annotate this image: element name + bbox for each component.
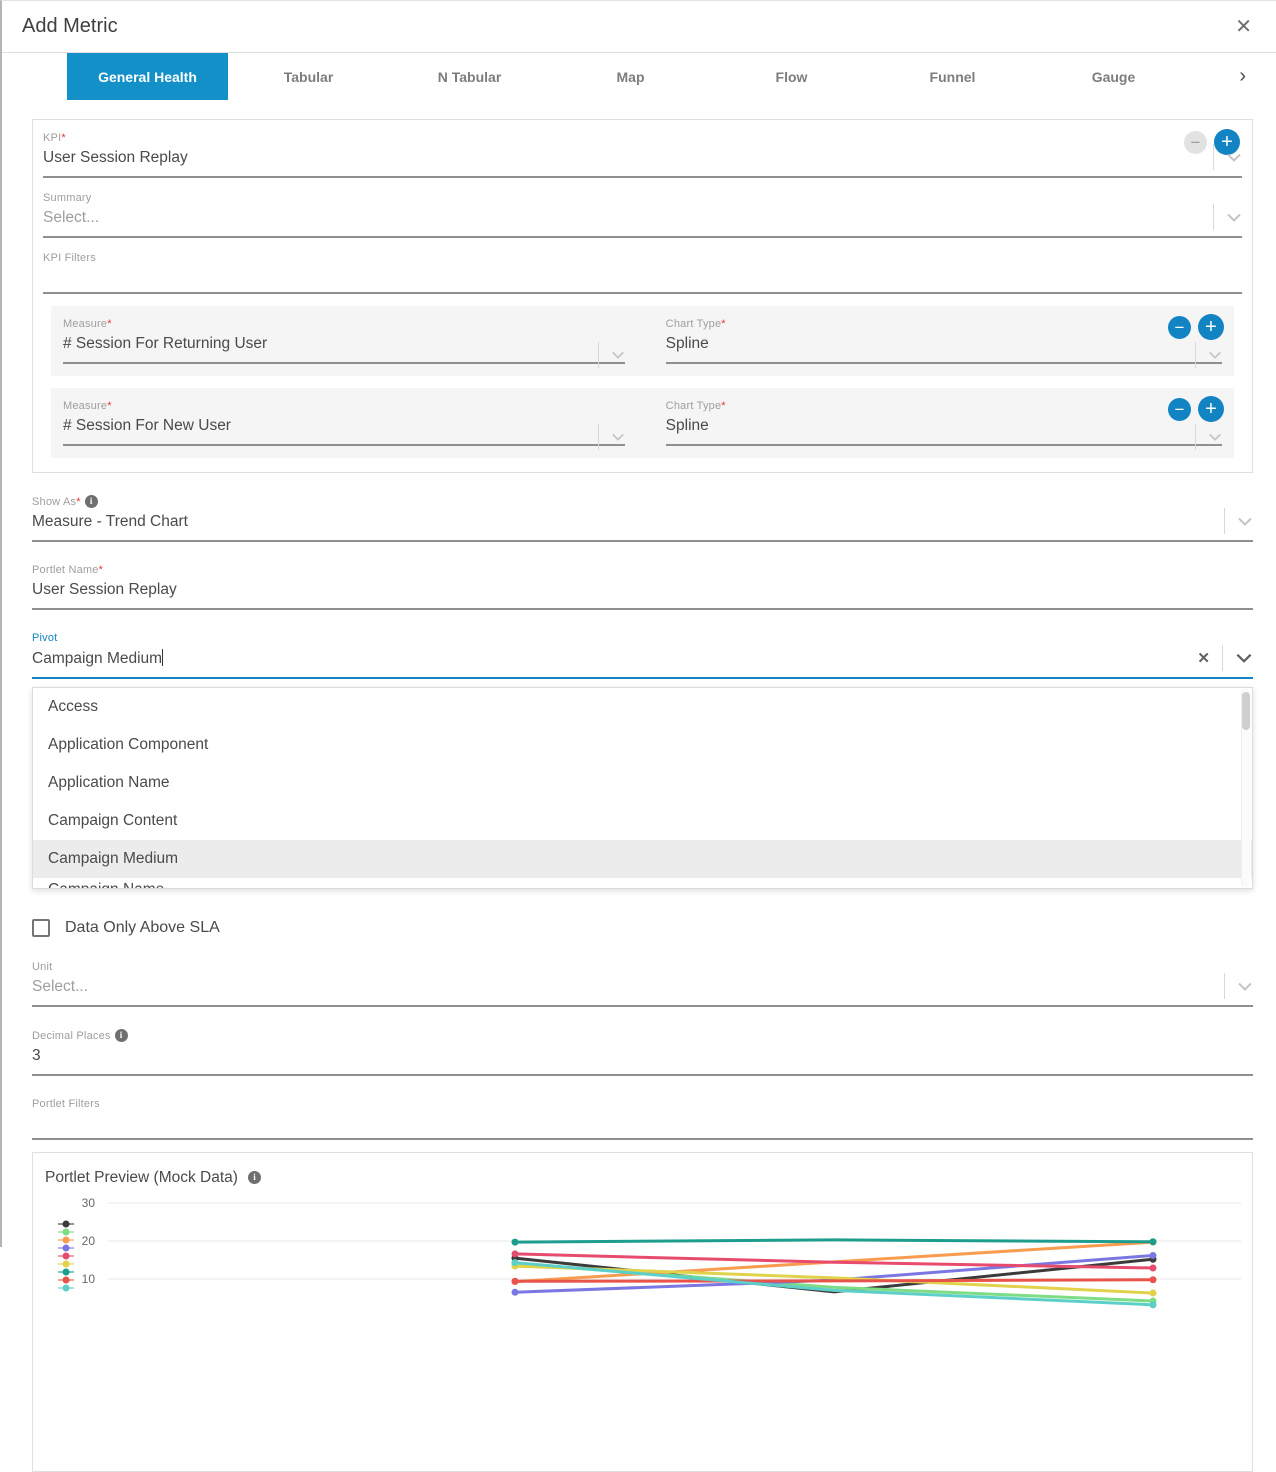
- pivot-input[interactable]: Campaign Medium: [32, 644, 1253, 679]
- tab-n-tabular[interactable]: N Tabular: [389, 53, 550, 100]
- pivot-field: Pivot Campaign Medium ✕: [32, 632, 1253, 679]
- chart-type-select[interactable]: Spline: [666, 330, 1222, 364]
- summary-select[interactable]: Select...: [43, 204, 1242, 238]
- tab-general-health[interactable]: General Health: [67, 53, 228, 100]
- show-as-label: Show As*i: [32, 495, 1253, 508]
- unit-field: Unit Select...: [32, 961, 1253, 1007]
- sla-checkbox[interactable]: [32, 919, 50, 937]
- portlet-filters-input[interactable]: [32, 1110, 1253, 1140]
- measure-field: Measure* # Session For Returning User: [63, 318, 625, 376]
- chevron-down-icon[interactable]: [1208, 351, 1222, 359]
- unit-label: Unit: [32, 961, 1253, 973]
- kpi-filters-field: KPI Filters: [43, 252, 1242, 294]
- chart-type-label: Chart Type*: [666, 400, 1222, 412]
- chevron-down-icon[interactable]: [611, 433, 625, 441]
- measure-label: Measure*: [63, 318, 625, 330]
- svg-text:10: 10: [82, 1272, 96, 1286]
- info-icon[interactable]: i: [115, 1029, 128, 1042]
- portlet-name-label: Portlet Name*: [32, 564, 1253, 576]
- pivot-label: Pivot: [32, 632, 1253, 644]
- chevron-down-icon[interactable]: [611, 351, 625, 359]
- option-clipped[interactable]: Campaign Name: [33, 878, 1252, 888]
- kpi-group: − + KPI* User Session Replay Summary Sel…: [32, 119, 1253, 473]
- summary-label: Summary: [43, 192, 1242, 204]
- remove-measure-button[interactable]: −: [1168, 398, 1191, 421]
- text-cursor: [162, 649, 163, 666]
- chevron-down-icon[interactable]: [1226, 153, 1242, 162]
- kpi-field: KPI* User Session Replay: [43, 132, 1242, 178]
- sla-checkbox-label: Data Only Above SLA: [65, 919, 220, 937]
- decimal-places-input[interactable]: 3: [32, 1042, 1253, 1076]
- tab-bar: General Health Tabular N Tabular Map Flo…: [2, 53, 1276, 100]
- chart-type-field: Chart Type* Spline: [666, 318, 1222, 376]
- portlet-name-field: Portlet Name* User Session Replay: [32, 564, 1253, 610]
- dropdown-scrollbar[interactable]: [1241, 689, 1251, 887]
- add-measure-button[interactable]: +: [1198, 314, 1224, 340]
- measure-row: Measure* # Session For Returning User Ch…: [51, 306, 1234, 376]
- summary-field: Summary Select...: [43, 192, 1242, 238]
- tab-gauge[interactable]: Gauge: [1033, 53, 1194, 100]
- unit-select[interactable]: Select...: [32, 973, 1253, 1007]
- chevron-down-icon[interactable]: [1237, 982, 1253, 991]
- remove-measure-button[interactable]: −: [1168, 316, 1191, 339]
- info-icon[interactable]: i: [85, 495, 98, 508]
- sla-checkbox-row[interactable]: Data Only Above SLA: [32, 919, 1253, 937]
- preview-spline-chart: 30 20 10: [33, 1153, 1254, 1413]
- option-access[interactable]: Access: [33, 688, 1252, 726]
- option-campaign-content[interactable]: Campaign Content: [33, 802, 1252, 840]
- measure-select[interactable]: # Session For Returning User: [63, 330, 625, 364]
- tab-flow[interactable]: Flow: [711, 53, 872, 100]
- kpi-filters-input[interactable]: [43, 264, 1242, 294]
- decimal-places-label: Decimal Placesi: [32, 1029, 1253, 1042]
- measure-label: Measure*: [63, 400, 625, 412]
- tabs-scroll-right-icon[interactable]: ›: [1239, 53, 1246, 100]
- chevron-down-icon[interactable]: [1208, 433, 1222, 441]
- chevron-down-icon[interactable]: [1235, 653, 1253, 663]
- svg-text:20: 20: [82, 1234, 96, 1248]
- measure-row: Measure* # Session For New User Chart Ty…: [51, 388, 1234, 458]
- measure-field: Measure* # Session For New User: [63, 400, 625, 458]
- show-as-select[interactable]: Measure - Trend Chart: [32, 508, 1253, 542]
- tab-funnel[interactable]: Funnel: [872, 53, 1033, 100]
- option-campaign-medium[interactable]: Campaign Medium: [33, 840, 1252, 878]
- add-measure-button[interactable]: +: [1198, 396, 1224, 422]
- portlet-name-input[interactable]: User Session Replay: [32, 576, 1253, 610]
- close-icon[interactable]: ✕: [1235, 17, 1252, 37]
- show-as-field: Show As*i Measure - Trend Chart: [32, 495, 1253, 542]
- chart-type-select[interactable]: Spline: [666, 412, 1222, 446]
- chevron-down-icon[interactable]: [1237, 517, 1253, 526]
- option-application-name[interactable]: Application Name: [33, 764, 1252, 802]
- info-icon[interactable]: i: [248, 1171, 261, 1184]
- chart-type-field: Chart Type* Spline: [666, 400, 1222, 458]
- portlet-filters-label: Portlet Filters: [32, 1098, 1253, 1110]
- portlet-preview-panel: Portlet Preview (Mock Data)i 30 20 10: [32, 1152, 1253, 1472]
- measure-select[interactable]: # Session For New User: [63, 412, 625, 446]
- dialog-body: − + KPI* User Session Replay Summary Sel…: [2, 119, 1276, 1472]
- tab-tabular[interactable]: Tabular: [228, 53, 389, 100]
- portlet-preview-title: Portlet Preview (Mock Data)i: [33, 1153, 1252, 1187]
- dialog-title: Add Metric: [22, 15, 118, 38]
- option-application-component[interactable]: Application Component: [33, 726, 1252, 764]
- dialog-header: Add Metric ✕: [2, 1, 1276, 53]
- kpi-label: KPI*: [43, 132, 1242, 144]
- tab-map[interactable]: Map: [550, 53, 711, 100]
- kpi-select[interactable]: User Session Replay: [43, 144, 1242, 178]
- pivot-options-dropdown: Access Application Component Application…: [32, 687, 1253, 889]
- chart-type-label: Chart Type*: [666, 318, 1222, 330]
- svg-text:30: 30: [82, 1196, 96, 1210]
- decimal-places-field: Decimal Placesi 3: [32, 1029, 1253, 1076]
- add-metric-dialog: Add Metric ✕ General Health Tabular N Ta…: [2, 1, 1276, 1472]
- clear-icon[interactable]: ✕: [1197, 649, 1210, 667]
- chevron-down-icon[interactable]: [1226, 213, 1242, 222]
- scrollbar-thumb[interactable]: [1242, 692, 1250, 730]
- kpi-filters-label: KPI Filters: [43, 252, 1242, 264]
- portlet-filters-field: Portlet Filters: [32, 1098, 1253, 1140]
